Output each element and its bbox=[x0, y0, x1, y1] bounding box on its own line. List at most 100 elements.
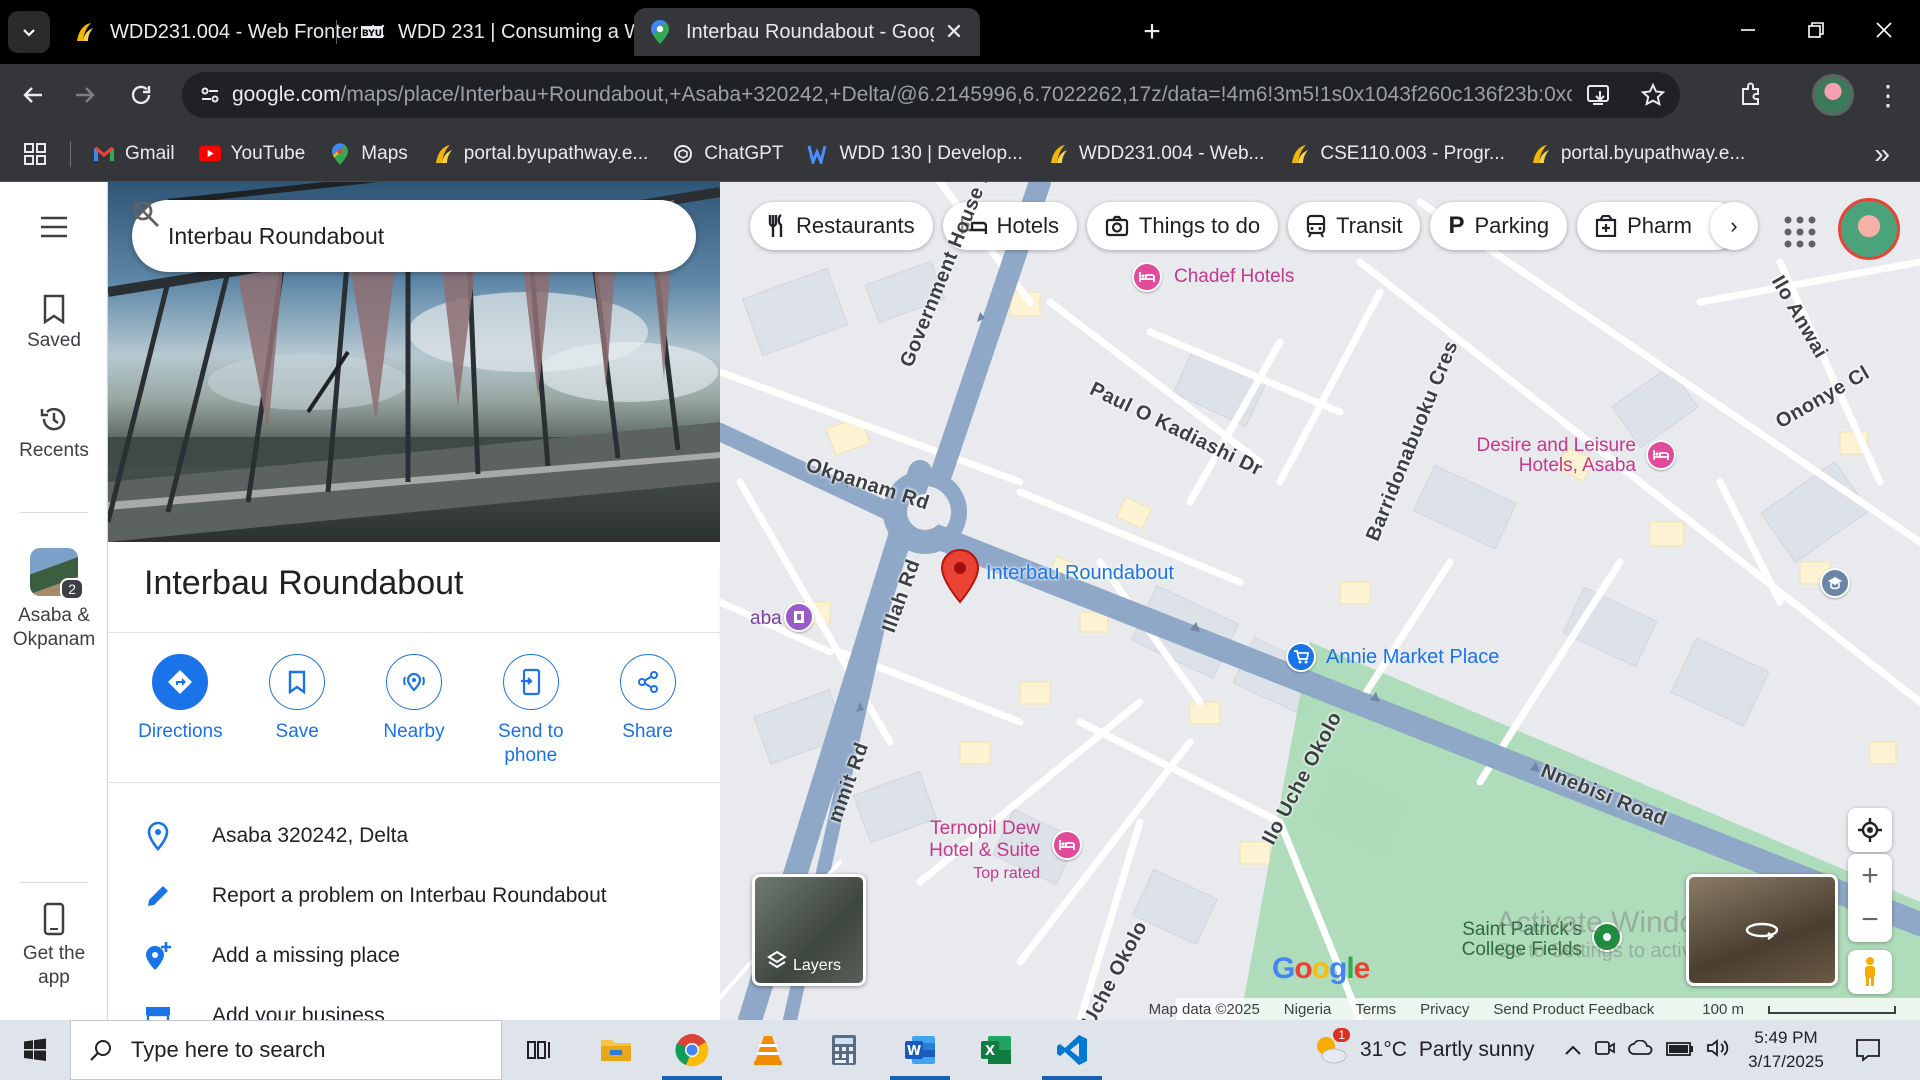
taskbar-chrome[interactable] bbox=[654, 1020, 730, 1080]
minimize-button[interactable] bbox=[1714, 0, 1782, 60]
taskbar-vscode[interactable] bbox=[1034, 1020, 1110, 1080]
forward-button[interactable] bbox=[64, 74, 106, 116]
add-business-row[interactable]: Add your business bbox=[108, 986, 720, 1020]
tab-search-button[interactable] bbox=[8, 11, 50, 53]
zoom-out-button[interactable]: − bbox=[1848, 898, 1892, 942]
search-button[interactable] bbox=[133, 201, 628, 266]
place-hero-photo[interactable] bbox=[108, 182, 720, 542]
bookmark-star-icon[interactable] bbox=[1626, 73, 1680, 117]
terms-link[interactable]: Terms bbox=[1355, 1001, 1396, 1018]
address-row[interactable]: Asaba 320242, Delta bbox=[108, 806, 720, 866]
recents-button[interactable]: Recents bbox=[0, 404, 108, 462]
poi-school[interactable] bbox=[1820, 568, 1850, 598]
zoom-in-button[interactable]: + bbox=[1848, 854, 1892, 898]
new-tab-button[interactable]: + bbox=[1132, 14, 1172, 50]
bookmark-cse110[interactable]: CSE110.003 - Progr... bbox=[1276, 134, 1516, 174]
site-info-icon[interactable] bbox=[188, 73, 232, 117]
taskbar-file-explorer[interactable] bbox=[578, 1020, 654, 1080]
poi-desire-leisure-hotels[interactable] bbox=[1646, 440, 1676, 470]
chip-restaurants[interactable]: Restaurants bbox=[750, 202, 933, 250]
scale-indicator[interactable]: 100 m bbox=[1678, 1001, 1896, 1018]
share-button[interactable]: Share bbox=[593, 654, 703, 768]
volume-icon[interactable] bbox=[1706, 1038, 1730, 1063]
my-location-button[interactable] bbox=[1848, 808, 1892, 852]
report-problem-row[interactable]: Report a problem on Interbau Roundabout bbox=[108, 866, 720, 926]
menu-button[interactable] bbox=[0, 216, 108, 244]
plus-icon: + bbox=[1143, 15, 1161, 48]
bookmark-chatgpt[interactable]: ChatGPT bbox=[660, 134, 795, 174]
action-center-button[interactable] bbox=[1848, 1032, 1888, 1068]
browser-menu-button[interactable]: ⋮ bbox=[1868, 74, 1908, 116]
nearby-button[interactable]: Nearby bbox=[359, 654, 469, 768]
bookmark-portal-2[interactable]: portal.byupathway.e... bbox=[1517, 134, 1757, 174]
send-to-phone-button[interactable]: Send to phone bbox=[476, 654, 586, 768]
url-text[interactable]: google.com/maps/place/Interbau+Roundabou… bbox=[232, 83, 1572, 107]
bookmark-portal-1[interactable]: portal.byupathway.e... bbox=[420, 134, 660, 174]
taskbar-vlc[interactable] bbox=[730, 1020, 806, 1080]
poi-label[interactable]: aba bbox=[750, 608, 782, 630]
saved-button[interactable]: Saved bbox=[0, 294, 108, 352]
chip-label: Pharm bbox=[1627, 213, 1692, 238]
tab-interbau-maps[interactable]: Interbau Roundabout - Google ✕ bbox=[634, 8, 980, 56]
get-app-button[interactable]: Get the app bbox=[0, 902, 108, 990]
chip-things-to-do[interactable]: Things to do bbox=[1086, 202, 1279, 250]
country-text[interactable]: Nigeria bbox=[1284, 1001, 1332, 1018]
chip-parking[interactable]: P Parking bbox=[1430, 202, 1568, 250]
restore-button[interactable] bbox=[1782, 0, 1850, 60]
recents-label: Recents bbox=[19, 440, 89, 461]
taskbar-clock[interactable]: 5:49 PM 3/17/2025 bbox=[1736, 1026, 1836, 1074]
onedrive-cloud-icon[interactable] bbox=[1628, 1039, 1654, 1061]
add-missing-place-row[interactable]: Add a missing place bbox=[108, 926, 720, 986]
feedback-link[interactable]: Send Product Feedback bbox=[1493, 1001, 1654, 1018]
selected-place-label[interactable]: Interbau Roundabout bbox=[986, 562, 1174, 585]
extensions-button[interactable] bbox=[1730, 74, 1772, 116]
layers-button[interactable]: Layers bbox=[752, 874, 866, 986]
taskbar-excel[interactable]: X bbox=[958, 1020, 1034, 1080]
poi-label[interactable]: Annie Market Place bbox=[1326, 646, 1499, 669]
recent-place-asaba[interactable]: 2 Asaba & Okpanam bbox=[0, 548, 108, 652]
clear-search-button[interactable] bbox=[133, 201, 688, 266]
bookmark-gmail[interactable]: Gmail bbox=[81, 134, 187, 174]
poi-aba[interactable] bbox=[784, 602, 814, 632]
chips-next-button[interactable]: › bbox=[1709, 202, 1758, 250]
meet-now-icon[interactable] bbox=[1594, 1039, 1616, 1062]
start-button[interactable] bbox=[0, 1020, 70, 1080]
show-hidden-icons-chevron-icon[interactable] bbox=[1564, 1040, 1582, 1061]
parking-icon: P bbox=[1448, 212, 1465, 239]
close-tab-icon[interactable]: ✕ bbox=[942, 19, 966, 45]
google-apps-icon[interactable] bbox=[1780, 212, 1820, 252]
map-canvas[interactable]: Restaurants Hotels Things to do Transit … bbox=[720, 182, 1920, 1020]
poi-label[interactable]: Chadef Hotels bbox=[1174, 266, 1294, 288]
address-bar[interactable]: google.com/maps/place/Interbau+Roundabou… bbox=[182, 72, 1680, 118]
street-view-preview[interactable] bbox=[1686, 874, 1838, 986]
apps-button[interactable] bbox=[0, 126, 70, 182]
pegman-button[interactable] bbox=[1848, 950, 1892, 994]
account-avatar[interactable] bbox=[1838, 198, 1900, 260]
search-input[interactable] bbox=[132, 222, 568, 250]
poi-label[interactable]: Desire and Leisure Hotels, Asaba bbox=[1400, 436, 1636, 476]
install-app-icon[interactable] bbox=[1572, 73, 1626, 117]
reload-button[interactable] bbox=[120, 74, 162, 116]
bookmark-youtube[interactable]: YouTube bbox=[187, 134, 318, 174]
taskbar-calculator[interactable] bbox=[806, 1020, 882, 1080]
bookmark-maps[interactable]: Maps bbox=[317, 134, 419, 174]
bookmark-wdd231[interactable]: WDD231.004 - Web... bbox=[1035, 134, 1277, 174]
task-view-button[interactable] bbox=[502, 1020, 578, 1080]
taskbar-word[interactable]: W bbox=[882, 1020, 958, 1080]
close-window-button[interactable] bbox=[1850, 0, 1918, 60]
selected-place-pin[interactable] bbox=[940, 548, 980, 609]
chip-transit[interactable]: Transit bbox=[1288, 202, 1421, 250]
poi-annie-market[interactable] bbox=[1286, 642, 1316, 672]
battery-icon[interactable] bbox=[1666, 1040, 1694, 1061]
save-button[interactable]: Save bbox=[242, 654, 352, 768]
back-button[interactable] bbox=[12, 74, 54, 116]
bookmark-wdd130[interactable]: WDD 130 | Develop... bbox=[795, 134, 1034, 174]
privacy-link[interactable]: Privacy bbox=[1420, 1001, 1469, 1018]
directions-button[interactable]: Directions bbox=[125, 654, 235, 768]
poi-chadef-hotels[interactable] bbox=[1132, 262, 1162, 292]
more-bookmarks-button[interactable]: » bbox=[1874, 138, 1890, 170]
browser-profile-avatar[interactable] bbox=[1812, 74, 1854, 116]
weather-widget[interactable]: 1 31°C Partly sunny bbox=[1312, 1020, 1534, 1080]
poi-ternopil-dew[interactable] bbox=[1052, 830, 1082, 860]
taskbar-search[interactable]: Type here to search bbox=[70, 1020, 502, 1080]
